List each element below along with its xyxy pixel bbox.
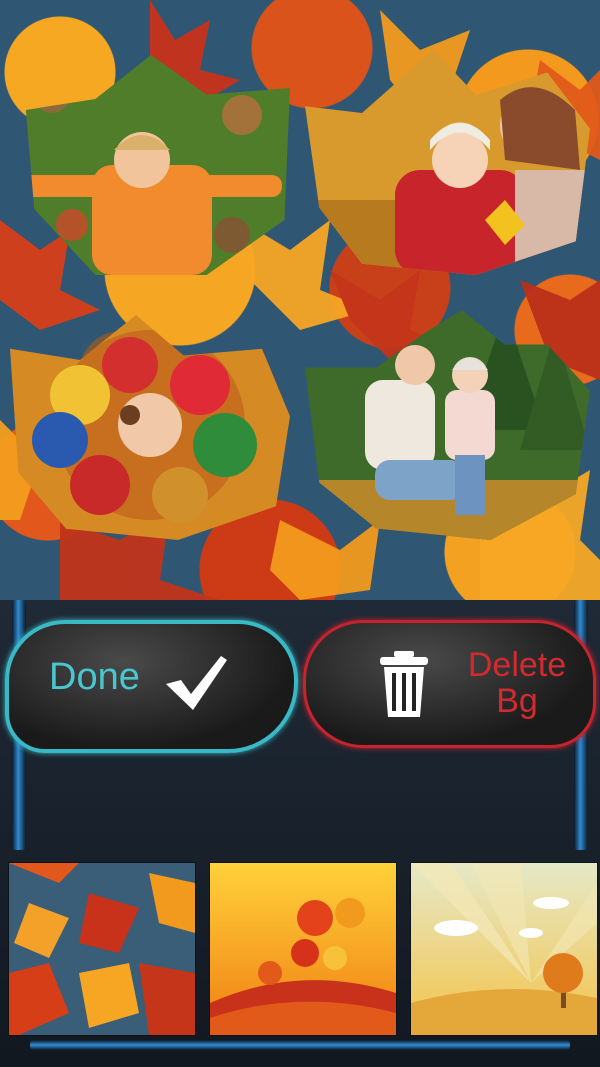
trash-icon	[380, 651, 428, 717]
collage-canvas[interactable]	[0, 0, 600, 600]
checkmark-icon	[166, 656, 227, 710]
background-thumb-orange-leaves[interactable]	[209, 862, 397, 1036]
delete-bg-button[interactable]: Delete Bg	[303, 620, 596, 748]
control-panel: Done Delete Bg	[0, 600, 600, 1067]
background-thumb-autumn-tree[interactable]	[410, 862, 598, 1036]
delete-bg-label: Delete Bg	[467, 646, 567, 720]
done-label: Done	[49, 656, 140, 698]
done-button[interactable]: Done	[5, 620, 298, 753]
background-thumb-maple-pattern[interactable]	[8, 862, 196, 1036]
bottom-frame-rail	[30, 1040, 570, 1050]
